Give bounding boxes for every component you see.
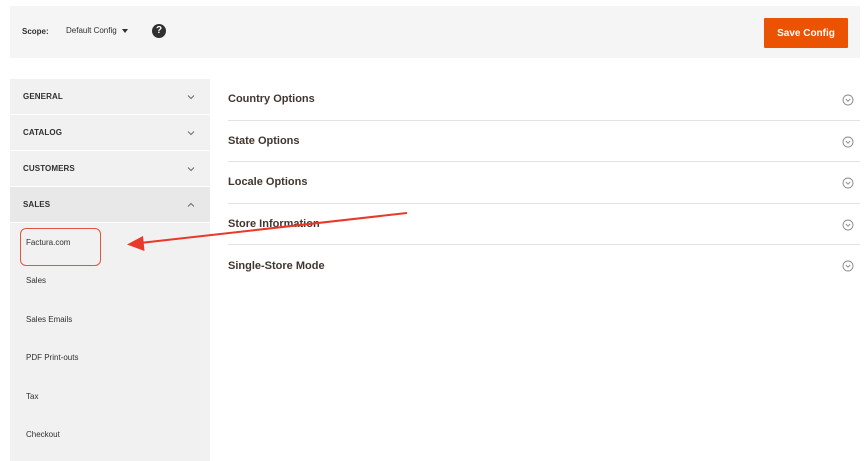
chevron-down-icon [187,167,195,172]
config-sidebar: GENERAL CATALOG CUSTOMERS SALES Factura.… [10,79,210,461]
sidebar-item-sales[interactable]: Sales [10,262,210,301]
section-single-store-mode[interactable]: Single-Store Mode [228,245,860,287]
help-icon[interactable]: ? [152,24,166,38]
section-store-information[interactable]: Store Information [228,204,860,245]
scope-label: Scope: [22,27,49,36]
scope-switcher[interactable]: Default Config [66,26,128,35]
collapse-circle-icon [842,94,854,106]
highlight-annotation [20,228,101,266]
sidebar-item-tax[interactable]: Tax [10,377,210,416]
config-sections: Country Options State Options Locale Opt… [228,79,860,287]
sidebar-item-checkout[interactable]: Checkout [10,416,210,455]
section-title: Single-Store Mode [228,259,325,272]
section-title: Country Options [228,93,315,106]
sidebar-group-label: CUSTOMERS [23,164,75,173]
section-state-options[interactable]: State Options [228,121,860,162]
scope-value: Default Config [66,26,117,35]
chevron-down-icon [187,131,195,136]
collapse-circle-icon [842,219,854,230]
sidebar-item-sales-emails[interactable]: Sales Emails [10,300,210,339]
sidebar-group-label: CATALOG [23,128,63,137]
sidebar-group-customers[interactable]: CUSTOMERS [10,151,210,187]
sidebar-group-label: SALES [23,200,51,209]
collapse-circle-icon [842,260,854,272]
section-title: Store Information [228,217,320,230]
chevron-down-icon [187,95,195,100]
save-config-button[interactable]: Save Config [764,18,848,48]
section-title: State Options [228,134,300,147]
sidebar-group-sales[interactable]: SALES [10,187,210,223]
section-locale-options[interactable]: Locale Options [228,162,860,204]
section-title: Locale Options [228,176,308,189]
page-actions-bar: Scope: Default Config ? Save Config [10,6,860,58]
sidebar-group-catalog[interactable]: CATALOG [10,115,210,151]
caret-down-icon [121,28,128,33]
sidebar-group-general[interactable]: GENERAL [10,79,210,115]
section-country-options[interactable]: Country Options [228,79,860,121]
sidebar-item-pdf-print-outs[interactable]: PDF Print-outs [10,339,210,378]
chevron-up-icon [187,202,195,207]
collapse-circle-icon [842,136,854,147]
collapse-circle-icon [842,177,854,189]
sidebar-group-label: GENERAL [23,92,63,101]
